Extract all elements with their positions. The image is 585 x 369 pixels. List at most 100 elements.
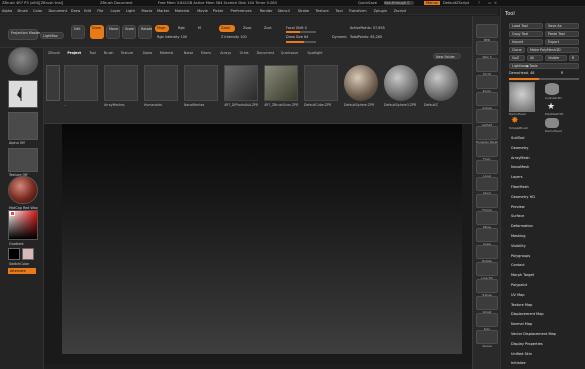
lightbox-tab-zbrush[interactable]: ZBrush bbox=[48, 51, 60, 55]
menu-preferences[interactable]: Preferences bbox=[231, 9, 252, 13]
current-tool-slider[interactable]: DemoHead. 48 R bbox=[509, 71, 579, 77]
lightbox-item[interactable] bbox=[384, 65, 418, 101]
shelf-xpose-button[interactable] bbox=[476, 330, 498, 344]
tool-subpalette-fibermesh[interactable]: FiberMesh bbox=[511, 185, 529, 189]
primary-color-swatch[interactable] bbox=[8, 248, 20, 260]
save-as-button[interactable]: Save As bbox=[545, 23, 579, 29]
tool-subpalette-normal-map[interactable]: Normal Map bbox=[511, 322, 532, 326]
stroke-thumb[interactable] bbox=[8, 80, 38, 108]
tool-subpalette-texture-map[interactable]: Texture Map bbox=[511, 303, 532, 307]
menu-material[interactable]: Material bbox=[175, 9, 190, 13]
menu-movie[interactable]: Movie bbox=[197, 9, 208, 13]
minimize-icon[interactable]: ▭ bbox=[488, 1, 491, 5]
menu-layer[interactable]: Layer bbox=[111, 9, 121, 13]
draw-size-slider[interactable]: Draw Size 64 bbox=[284, 34, 310, 41]
import-button[interactable]: Import bbox=[509, 39, 543, 45]
lightbox-tab-grids[interactable]: Grids bbox=[240, 51, 249, 55]
shelf-scroll-button[interactable] bbox=[476, 58, 498, 72]
shelf-transp-button[interactable] bbox=[476, 279, 498, 293]
quicksave-button[interactable]: QuickSave bbox=[358, 1, 377, 5]
seethrough-slider[interactable]: See-through 0 bbox=[384, 1, 414, 5]
lightbox-tab-arrays[interactable]: Arrays bbox=[220, 51, 231, 55]
menu-edit[interactable]: Edit bbox=[84, 9, 91, 13]
rgb-intensity-slider[interactable]: Rgb Intensity 100 bbox=[155, 34, 189, 41]
m-button[interactable]: M bbox=[196, 25, 203, 32]
tool-subpalette-arraymesh[interactable]: ArrayMesh bbox=[511, 156, 530, 160]
menu-picker[interactable]: Picker bbox=[213, 9, 224, 13]
scale-button[interactable]: Scale bbox=[122, 25, 136, 39]
lightbox-item[interactable] bbox=[184, 65, 218, 101]
shelf-bpr-button[interactable] bbox=[476, 24, 498, 38]
clone-button[interactable]: Clone bbox=[509, 47, 525, 53]
tool-subpalette-surface[interactable]: Surface bbox=[511, 214, 524, 218]
tool-subpalette-polygroups[interactable]: Polygroups bbox=[511, 254, 530, 258]
tool-subpalette-initialize[interactable]: Initialize bbox=[511, 361, 526, 365]
shelf-actual-button[interactable] bbox=[476, 92, 498, 106]
lightbox-tab-document[interactable]: Document bbox=[257, 51, 275, 55]
shelf-dynamic-persp-button[interactable] bbox=[476, 126, 498, 140]
menu-brush[interactable]: Brush bbox=[18, 9, 28, 13]
texture-thumb[interactable] bbox=[8, 148, 38, 172]
shelf-local-button[interactable] bbox=[476, 160, 498, 174]
menu-render[interactable]: Render bbox=[260, 9, 273, 13]
menu-draw[interactable]: Draw bbox=[71, 9, 80, 13]
menu-alpha[interactable]: Alpha bbox=[2, 9, 12, 13]
shelf-floor-button[interactable] bbox=[476, 143, 498, 157]
lightbox-item[interactable] bbox=[144, 65, 178, 101]
export-button[interactable]: Export bbox=[545, 39, 579, 45]
tool-subpalette-contact[interactable]: Contact bbox=[511, 263, 525, 267]
cylinder-thumb[interactable] bbox=[545, 83, 559, 95]
shelf-aahalf-button[interactable] bbox=[476, 109, 498, 123]
lightbox-tools-button[interactable]: Lightbox▶Tools bbox=[509, 63, 579, 69]
move-button[interactable]: Move bbox=[106, 25, 120, 39]
shelf-ghost-button[interactable] bbox=[476, 296, 498, 310]
edit-button[interactable]: Edit bbox=[71, 25, 85, 39]
lightbox-item[interactable] bbox=[424, 65, 458, 101]
menu-zplugin[interactable]: Zplugin bbox=[374, 9, 388, 13]
document-canvas[interactable] bbox=[62, 124, 462, 354]
shelf-frame-button[interactable] bbox=[476, 194, 498, 208]
lightbox-tab-alpha[interactable]: Alpha bbox=[143, 51, 153, 55]
copy-tool-button[interactable]: Copy Tool bbox=[509, 31, 543, 37]
tool-subpalette-display-properties[interactable]: Display Properties bbox=[511, 342, 543, 346]
switchcolor-label[interactable]: SwitchColor bbox=[9, 262, 29, 266]
tool-subpalette-preview[interactable]: Preview bbox=[511, 205, 525, 209]
tool-subpalette-masking[interactable]: Masking bbox=[511, 234, 525, 238]
demohead-thumb[interactable] bbox=[509, 82, 535, 112]
projection-master-button[interactable]: Projection Master bbox=[8, 29, 40, 40]
alpha-thumb[interactable] bbox=[8, 112, 38, 140]
tool-subpalette-deformation[interactable]: Deformation bbox=[511, 224, 533, 228]
tool-subpalette-subtool[interactable]: SubTool bbox=[511, 136, 524, 140]
lightbox-item[interactable] bbox=[304, 65, 338, 101]
menu-stencil[interactable]: Stencil bbox=[278, 9, 290, 13]
shelf-line-fill-button[interactable] bbox=[476, 262, 498, 276]
lightbox-tab-texture[interactable]: Texture bbox=[121, 51, 133, 55]
lightbox-tab-fibers[interactable]: Fibers bbox=[201, 51, 211, 55]
rotate-button[interactable]: Rotate bbox=[138, 25, 152, 39]
mrgb-button[interactable]: Mrgb bbox=[155, 25, 169, 32]
demohead-small-thumb[interactable] bbox=[545, 118, 559, 128]
tool-subpalette-uv-map[interactable]: UV Map bbox=[511, 293, 524, 297]
help-icon[interactable]: ? bbox=[478, 1, 480, 5]
menu-transform[interactable]: Transform bbox=[349, 9, 367, 13]
alternate-button[interactable]: Alternate bbox=[8, 268, 36, 274]
menu-file[interactable]: File bbox=[97, 9, 103, 13]
visible-button[interactable]: Visible bbox=[545, 55, 567, 61]
shelf-zoom-button[interactable] bbox=[476, 75, 498, 89]
material-thumb[interactable] bbox=[8, 176, 38, 204]
simplebrush-icon[interactable]: ✸ bbox=[511, 116, 519, 126]
lightbox-scroll-left-icon[interactable] bbox=[46, 65, 60, 101]
shelf-spix-3-button[interactable] bbox=[476, 41, 498, 55]
tool-subpalette-layers[interactable]: Layers bbox=[511, 175, 523, 179]
new-folder-button[interactable]: New Folder bbox=[433, 53, 461, 59]
lightbox-tab-project[interactable]: Project bbox=[67, 51, 81, 55]
zsub-button[interactable]: Zsub bbox=[241, 25, 253, 32]
lightbox-tab-quicksave[interactable]: Quicksave bbox=[281, 51, 299, 55]
menu-color[interactable]: Color bbox=[33, 9, 42, 13]
draw-button[interactable]: Draw bbox=[90, 25, 104, 39]
shelf-solo-button[interactable] bbox=[476, 313, 498, 327]
lightbox-item[interactable] bbox=[224, 65, 258, 101]
menu-texture[interactable]: Texture bbox=[316, 9, 329, 13]
tool-subpalette-nanomesh[interactable]: NanoMesh bbox=[511, 165, 529, 169]
tool-subpalette-displacement-map[interactable]: Displacement Map bbox=[511, 312, 544, 316]
